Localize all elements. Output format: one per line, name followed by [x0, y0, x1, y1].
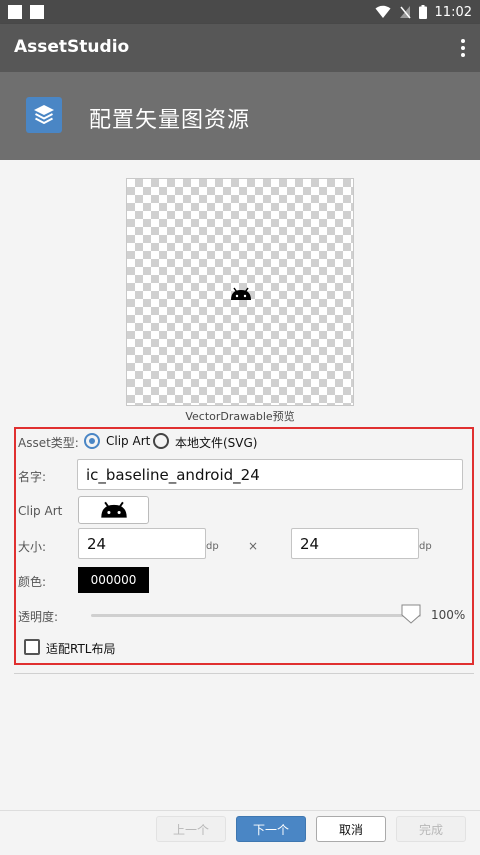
- next-button[interactable]: 下一个: [236, 816, 306, 842]
- name-input[interactable]: ic_baseline_android_24: [77, 459, 463, 490]
- finish-button[interactable]: 完成: [396, 816, 466, 842]
- times-sign: ×: [248, 539, 259, 553]
- clip-art-button[interactable]: [78, 496, 149, 524]
- android-icon: [231, 287, 251, 300]
- width-input[interactable]: 24: [78, 528, 206, 559]
- asset-type-label: Asset类型:: [18, 436, 79, 450]
- content-area: VectorDrawable预览 Asset类型: Clip Art 本地文件(…: [0, 160, 480, 810]
- color-label: 颜色:: [18, 575, 47, 589]
- app-bar: AssetStudio: [0, 24, 480, 72]
- width-unit: dp: [206, 541, 219, 552]
- status-time: 11:02: [434, 4, 472, 20]
- radio-local-file[interactable]: [153, 433, 169, 449]
- height-input[interactable]: 24: [291, 528, 419, 559]
- cancel-button[interactable]: 取消: [316, 816, 386, 842]
- wifi-icon: [375, 5, 391, 18]
- no-signal-icon: [399, 6, 411, 19]
- preview-caption: VectorDrawable预览: [185, 410, 295, 423]
- rtl-checkbox[interactable]: [24, 639, 40, 655]
- height-unit: dp: [419, 541, 432, 552]
- notification-icon: [30, 5, 44, 19]
- size-label: 大小:: [18, 540, 47, 554]
- wizard-header: 配置矢量图资源: [0, 72, 480, 160]
- page-title: 配置矢量图资源: [89, 108, 251, 133]
- battery-icon: [418, 5, 427, 19]
- wizard-footer: 上一个 下一个 取消 完成: [0, 810, 480, 855]
- status-bar: 11:02: [0, 0, 480, 24]
- layers-icon: [26, 97, 62, 133]
- prev-button[interactable]: 上一个: [156, 816, 226, 842]
- vector-preview: [126, 178, 354, 406]
- opacity-label: 透明度:: [18, 610, 59, 624]
- android-icon: [100, 501, 127, 518]
- name-label: 名字:: [18, 470, 47, 484]
- radio-clip-art-label[interactable]: Clip Art: [106, 434, 150, 448]
- more-vert-icon[interactable]: [460, 39, 466, 57]
- opacity-percent: 100%: [431, 608, 466, 622]
- notification-icon: [8, 5, 22, 19]
- clip-art-label: Clip Art: [18, 504, 63, 518]
- divider: [14, 673, 474, 674]
- radio-clip-art[interactable]: [84, 433, 100, 449]
- asset-form: Asset类型: Clip Art 本地文件(SVG) 名字: ic_basel…: [14, 427, 474, 665]
- opacity-slider-track[interactable]: [91, 614, 421, 617]
- opacity-slider-thumb[interactable]: [401, 604, 421, 624]
- app-title: AssetStudio: [14, 37, 130, 57]
- color-swatch[interactable]: 000000: [78, 567, 149, 593]
- rtl-label[interactable]: 适配RTL布局: [46, 640, 115, 657]
- radio-local-file-label[interactable]: 本地文件(SVG): [175, 434, 258, 451]
